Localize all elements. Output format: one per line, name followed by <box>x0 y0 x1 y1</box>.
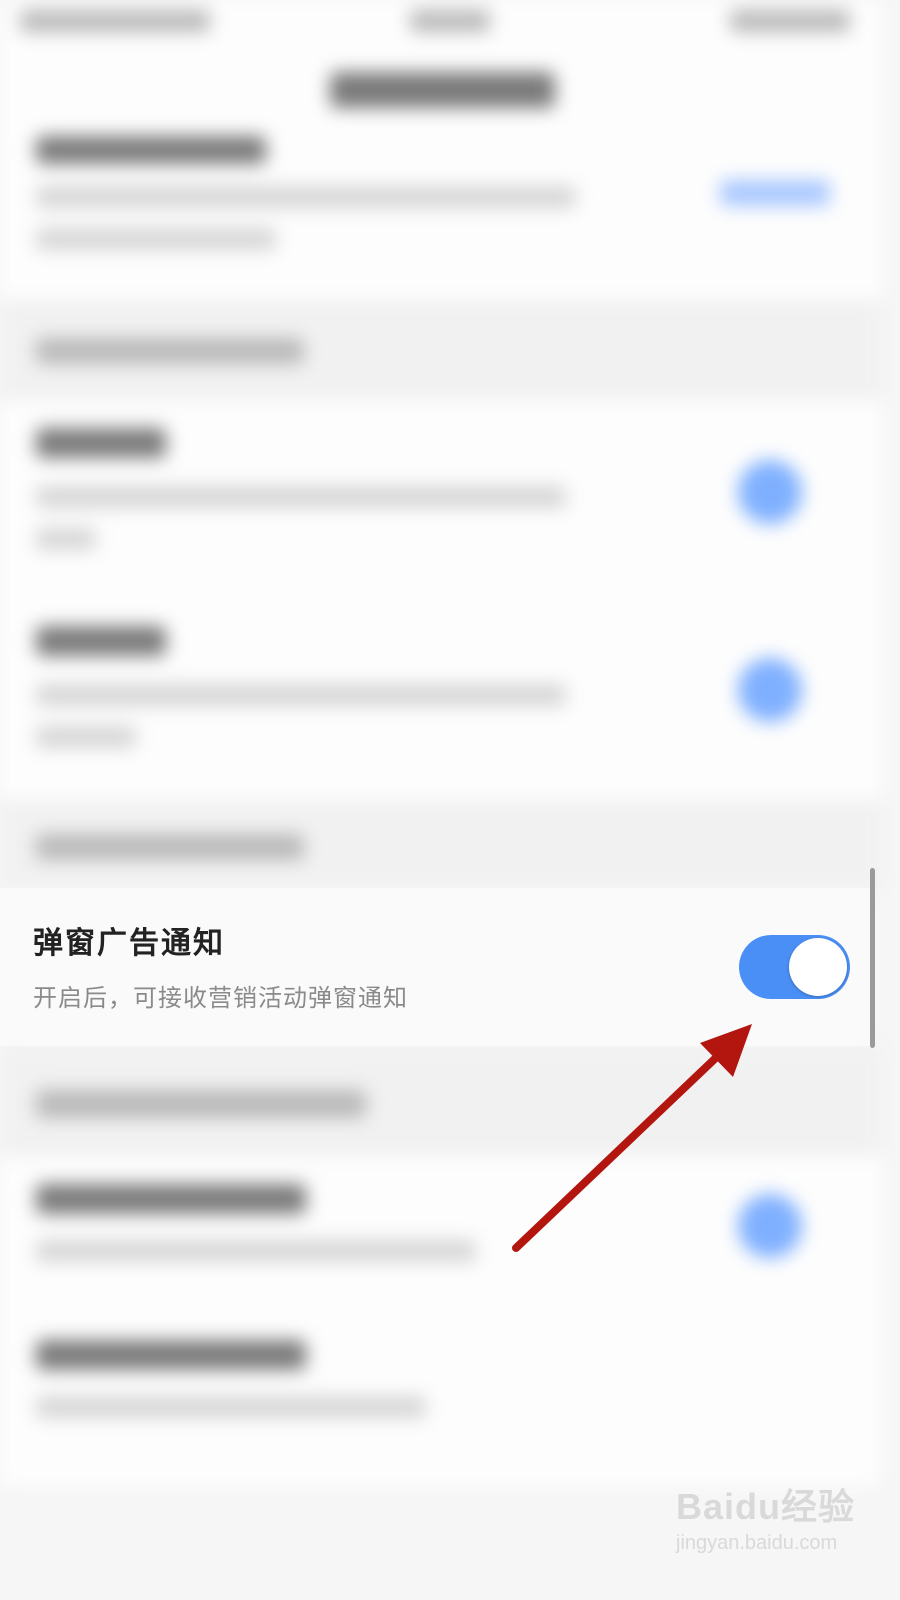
scrollbar[interactable] <box>870 868 875 1048</box>
popup-ad-notification-title: 弹窗广告通知 <box>33 926 225 961</box>
watermark-logo: Baidu经验 <box>676 1486 856 1527</box>
blurred-item-desc <box>36 1396 426 1418</box>
blurred-item-title <box>36 626 166 656</box>
blurred-status-bar <box>20 10 210 32</box>
blurred-item-desc <box>36 1240 476 1262</box>
blurred-section-label <box>36 834 304 860</box>
blurred-item-desc <box>36 684 566 706</box>
toggle-knob <box>789 938 847 996</box>
blurred-link <box>720 180 830 206</box>
blurred-item-desc <box>36 486 566 508</box>
blurred-item-desc <box>36 726 136 748</box>
popup-ad-notification-toggle[interactable] <box>739 935 850 999</box>
blurred-toggle <box>738 460 802 524</box>
baidu-jingyan-watermark: Baidu经验 jingyan.baidu.com <box>676 1478 855 1555</box>
blurred-item-title <box>36 1340 306 1370</box>
blurred-setting-desc <box>36 186 576 208</box>
blurred-status-time <box>410 10 490 32</box>
blurred-section-label <box>36 1090 366 1118</box>
blurred-toggle <box>738 658 802 722</box>
blurred-item-title <box>36 428 166 458</box>
watermark-url: jingyan.baidu.com <box>676 1532 838 1554</box>
blurred-item-title <box>36 1184 306 1214</box>
blurred-toggle <box>738 1194 802 1258</box>
blurred-section-label <box>36 338 304 364</box>
popup-ad-notification-description: 开启后，可接收营销活动弹窗通知 <box>33 984 408 1012</box>
blurred-item-desc <box>36 528 96 550</box>
blurred-background <box>0 0 882 1568</box>
blurred-setting-title <box>36 136 266 164</box>
blurred-page-title <box>330 72 555 108</box>
blurred-status-icons <box>730 10 850 32</box>
blurred-setting-desc <box>36 228 276 250</box>
